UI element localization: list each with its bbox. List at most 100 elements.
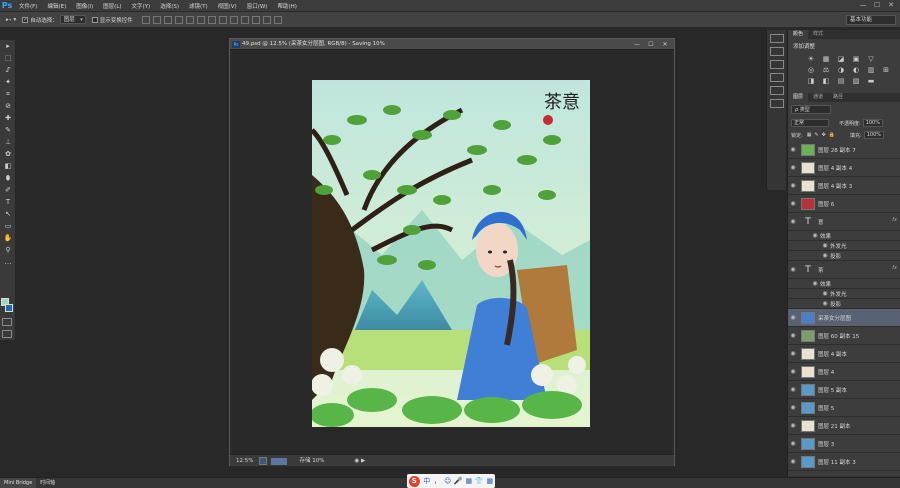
close-button[interactable]: ✕ — [884, 0, 898, 11]
artwork-canvas[interactable]: 茶意 — [312, 80, 590, 427]
curves-icon[interactable]: ◪ — [836, 55, 846, 63]
align-top-icon[interactable] — [141, 15, 150, 24]
menu-help[interactable]: 帮助(H) — [272, 2, 301, 10]
layer-row[interactable]: ◉ 图层 3 — [788, 435, 900, 453]
text-layer-row[interactable]: ◉ T 意 fx — [788, 213, 900, 231]
visibility-eye-icon[interactable]: ◉ — [788, 332, 798, 339]
workspace-switcher[interactable]: 基本功能 — [846, 15, 896, 25]
eraser-tool-icon[interactable]: ◧ — [1, 160, 15, 172]
shape-tool-icon[interactable]: ▭ — [1, 220, 15, 232]
ime-keyboard-icon[interactable]: ▦ — [464, 477, 475, 485]
sogou-logo-icon[interactable]: S — [409, 475, 420, 487]
visibility-eye-icon[interactable]: ◉ — [788, 422, 798, 429]
healing-tool-icon[interactable]: ✚ — [1, 112, 15, 124]
fx-badge[interactable]: fx — [892, 217, 897, 223]
crop-tool-icon[interactable]: ⌗ — [1, 88, 15, 100]
actions-panel-icon[interactable] — [770, 47, 784, 56]
show-transform-option[interactable]: 显示变换控件 — [91, 16, 133, 24]
properties-panel-icon[interactable] — [770, 60, 784, 69]
lock-icons[interactable]: ▦✎✥🔒 — [807, 132, 838, 138]
layer-row[interactable]: ◉ 图层 5 — [788, 399, 900, 417]
tab-paths[interactable]: 路径 — [828, 93, 848, 102]
align-hcenter-icon[interactable] — [185, 15, 194, 24]
zoom-level[interactable]: 12.5% — [236, 455, 253, 466]
distribute-bottom-icon[interactable] — [229, 15, 238, 24]
effects-eye-icon[interactable]: ◉ — [810, 232, 820, 239]
black-white-icon[interactable]: ◑ — [836, 66, 846, 74]
menu-select[interactable]: 选择(S) — [155, 2, 184, 10]
fx-badge[interactable]: fx — [892, 265, 897, 271]
status-preview-icon[interactable] — [259, 457, 268, 465]
hue-saturation-icon[interactable]: ◎ — [806, 66, 816, 74]
visibility-eye-icon[interactable]: ◉ — [788, 404, 798, 411]
channel-mixer-icon[interactable]: ▥ — [866, 66, 876, 74]
selective-color-icon[interactable]: ▬ — [866, 77, 876, 85]
menu-layer[interactable]: 图层(L) — [98, 2, 126, 10]
effect-eye-icon[interactable]: ◉ — [820, 242, 830, 249]
pen-tool-icon[interactable]: ✐ — [1, 184, 15, 196]
threshold-icon[interactable]: ▤ — [836, 77, 846, 85]
path-select-tool-icon[interactable]: ↖ — [1, 208, 15, 220]
menu-file[interactable]: 文件(F) — [14, 2, 42, 10]
brush-panel-icon[interactable] — [770, 99, 784, 108]
posterize-icon[interactable]: ◧ — [821, 77, 831, 85]
history-brush-tool-icon[interactable]: ✿ — [1, 148, 15, 160]
exposure-icon[interactable]: ▣ — [851, 55, 861, 63]
tab-mini-bridge[interactable]: Mini Bridge — [0, 478, 37, 488]
visibility-eye-icon[interactable]: ◉ — [788, 146, 798, 153]
layer-row[interactable]: ◉ 图层 21 副本 — [788, 417, 900, 435]
effect-row[interactable]: ◉ 投影 — [788, 251, 900, 261]
tab-timeline[interactable]: 时间轴 — [36, 478, 59, 488]
menu-type[interactable]: 文字(Y) — [127, 2, 156, 10]
brush-tool-icon[interactable]: ✎ — [1, 124, 15, 136]
auto-select-dropdown[interactable]: 图层 — [59, 15, 86, 24]
layer-row[interactable]: ◉ 图层 4 副本 3 — [788, 177, 900, 195]
layer-row[interactable]: ◉ 图层 60 副本 15 — [788, 327, 900, 345]
paragraph-panel-icon[interactable] — [770, 86, 784, 95]
levels-icon[interactable]: ▦ — [821, 55, 831, 63]
marquee-tool-icon[interactable]: ⬚ — [1, 52, 15, 64]
effects-eye-icon[interactable]: ◉ — [810, 280, 820, 287]
maximize-button[interactable]: ☐ — [870, 0, 884, 11]
opacity-input[interactable]: 100% — [862, 119, 883, 127]
align-bottom-icon[interactable] — [163, 15, 172, 24]
lasso-tool-icon[interactable]: ᔑ — [1, 64, 15, 76]
blend-mode-dropdown[interactable]: 正常 — [791, 119, 829, 127]
color-balance-icon[interactable]: ⚖ — [821, 66, 831, 74]
menu-view[interactable]: 视图(V) — [213, 2, 242, 10]
background-color-swatch[interactable] — [5, 304, 13, 312]
hand-tool-icon[interactable]: ✋ — [1, 232, 15, 244]
ime-chinese-mode[interactable]: 中 — [422, 476, 433, 486]
color-lookup-icon[interactable]: ⊞ — [881, 66, 891, 74]
document-title-bar[interactable]: Ps 49.psd @ 12.5% (采茶女分层图, RGB/8) - Savi… — [230, 39, 674, 50]
menu-edit[interactable]: 编辑(E) — [42, 2, 71, 10]
tab-channels[interactable]: 通道 — [808, 93, 828, 102]
vibrance-icon[interactable]: ▽ — [866, 55, 876, 63]
invert-icon[interactable]: ◨ — [806, 77, 816, 85]
layer-row[interactable]: ◉ 图层 4 — [788, 363, 900, 381]
effects-row[interactable]: ◉ 效果 — [788, 231, 900, 241]
distribute-top-icon[interactable] — [207, 15, 216, 24]
effect-row[interactable]: ◉ 外发光 — [788, 289, 900, 299]
layer-filter-dropdown[interactable]: ρ 类型 — [791, 105, 831, 114]
layer-row[interactable]: ◉ 图层 4 副本 4 — [788, 159, 900, 177]
tab-color[interactable]: 颜色 — [788, 30, 809, 39]
history-panel-icon[interactable] — [770, 34, 784, 43]
effect-eye-icon[interactable]: ◉ — [820, 300, 830, 307]
distribute-vcenter-icon[interactable] — [218, 15, 227, 24]
ime-toolbox-icon[interactable]: ▦ — [485, 477, 496, 485]
character-panel-icon[interactable] — [770, 73, 784, 82]
effect-row[interactable]: ◉ 外发光 — [788, 241, 900, 251]
align-vcenter-icon[interactable] — [152, 15, 161, 24]
brightness-icon[interactable]: ☀ — [806, 55, 816, 63]
visibility-eye-icon[interactable]: ◉ — [788, 386, 798, 393]
distribute-hcenter-icon[interactable] — [251, 15, 260, 24]
status-menu-icon[interactable]: ◉ ▶ — [354, 455, 365, 466]
document-close-button[interactable]: ✕ — [658, 39, 672, 50]
visibility-eye-icon[interactable]: ◉ — [788, 458, 798, 465]
more-tools-icon[interactable]: … — [1, 256, 15, 268]
effect-eye-icon[interactable]: ◉ — [820, 290, 830, 297]
ime-voice-icon[interactable]: 🎤 — [453, 477, 464, 485]
ime-emoji-icon[interactable]: ☺ — [443, 477, 454, 485]
distribute-right-icon[interactable] — [262, 15, 271, 24]
